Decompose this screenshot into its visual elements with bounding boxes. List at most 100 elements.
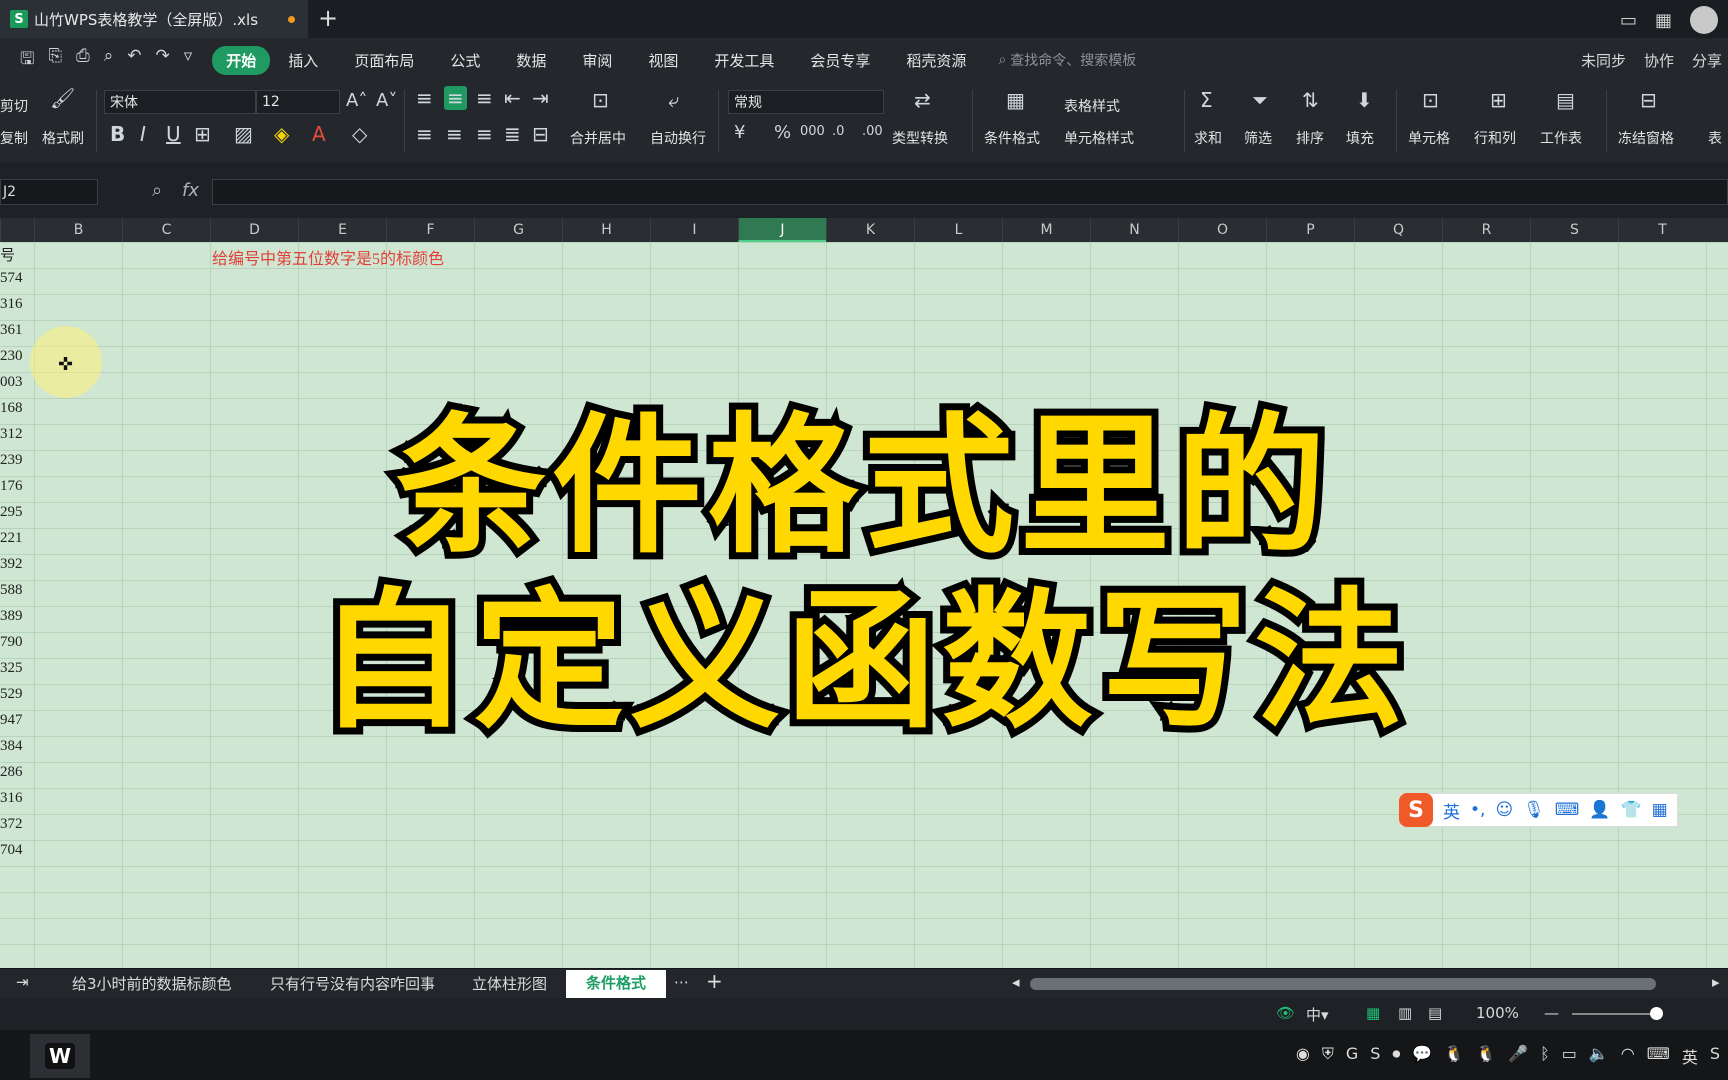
redo-icon[interactable]: ↷ xyxy=(155,46,169,75)
worksheet-button[interactable]: 工作表 xyxy=(1540,128,1582,148)
share-button[interactable]: 分享 xyxy=(1692,50,1722,71)
indent-increase-icon[interactable]: ⇥ xyxy=(532,86,549,110)
normal-view-icon[interactable]: ▦ xyxy=(1366,1004,1380,1022)
align-center-icon[interactable]: ≡ xyxy=(446,122,463,146)
column-header-o[interactable]: O xyxy=(1178,218,1266,242)
sheet-tab-2[interactable]: 只有行号没有内容咋回事 xyxy=(270,973,435,994)
copy-button[interactable]: 复制 xyxy=(0,128,28,148)
thousands-icon[interactable]: 000 xyxy=(800,124,825,139)
bold-icon[interactable]: B xyxy=(110,122,125,146)
tab-home[interactable]: 开始 xyxy=(212,45,271,75)
fill-color-icon[interactable]: ◈ xyxy=(274,122,289,146)
align-left-icon[interactable]: ≡ xyxy=(416,122,433,146)
decrease-font-icon[interactable]: A˅ xyxy=(376,90,397,111)
last-sheet-icon[interactable]: ⇥ xyxy=(16,973,29,991)
page-break-view-icon[interactable]: ▤ xyxy=(1428,1004,1442,1022)
conditional-format-button[interactable]: 条件格式 xyxy=(984,128,1040,148)
horizontal-scrollbar[interactable] xyxy=(1030,978,1656,990)
emoji-icon[interactable]: ☺ xyxy=(1495,800,1513,820)
cell-style-button[interactable]: 单元格样式 xyxy=(1064,128,1134,148)
column-header-k[interactable]: K xyxy=(826,218,914,242)
wrap-text-button[interactable]: 自动换行 xyxy=(650,128,706,148)
sort-icon[interactable]: ⇅ xyxy=(1302,88,1319,112)
column-header-s[interactable]: S xyxy=(1530,218,1618,242)
filter-button[interactable]: 筛选 xyxy=(1244,128,1272,148)
decrease-decimal-icon[interactable]: .00 xyxy=(862,124,883,139)
scroll-left-icon[interactable]: ◂ xyxy=(1012,973,1020,991)
align-right-icon[interactable]: ≡ xyxy=(476,122,493,146)
security-icon[interactable]: ⛨ xyxy=(1322,1044,1334,1068)
font-color-icon[interactable]: A xyxy=(312,122,326,146)
battery-icon[interactable]: ▭ xyxy=(1562,1044,1577,1068)
cell-a-value[interactable]: 361 xyxy=(0,322,34,339)
wps-tray-icon[interactable]: S xyxy=(1710,1044,1720,1068)
export-icon[interactable]: ⎘ xyxy=(48,46,62,75)
align-top-icon[interactable]: ≡ xyxy=(416,86,433,110)
justify-icon[interactable]: ≣ xyxy=(504,122,521,146)
column-header-h[interactable]: H xyxy=(562,218,650,242)
increase-decimal-icon[interactable]: .0 xyxy=(832,124,844,139)
column-header-q[interactable]: Q xyxy=(1354,218,1442,242)
formula-input[interactable] xyxy=(212,179,1728,205)
column-header-t[interactable]: T xyxy=(1618,218,1706,242)
command-search[interactable]: ⌕ 查找命令、搜索模板 xyxy=(998,46,1198,74)
cell-style-icon[interactable]: ▨ xyxy=(234,122,253,146)
save-icon[interactable]: 🖫 xyxy=(20,46,34,75)
punctuation-icon[interactable]: •, xyxy=(1470,800,1485,820)
table-tools-button[interactable]: 表 xyxy=(1708,128,1722,148)
wps-taskbar-button[interactable]: W xyxy=(30,1034,90,1078)
ime-mode[interactable]: 英 xyxy=(1443,798,1460,823)
cell-a-value[interactable]: 316 xyxy=(0,296,34,313)
add-sheet-icon[interactable]: + xyxy=(706,969,723,993)
fx-icon[interactable]: fx xyxy=(182,180,199,201)
customize-dropdown-icon[interactable]: ▿ xyxy=(184,46,193,75)
freeze-panes-icon[interactable]: ⊟ xyxy=(1640,88,1657,112)
align-middle-icon[interactable]: ≡ xyxy=(444,86,467,110)
column-header-b[interactable]: B xyxy=(34,218,122,242)
cut-button[interactable]: 剪切 xyxy=(0,96,28,116)
merge-center-icon[interactable]: ⊡ xyxy=(592,88,609,112)
qq-icon[interactable]: 🐧 xyxy=(1444,1044,1464,1068)
column-header-g[interactable]: G xyxy=(474,218,562,242)
tab-review[interactable]: 审阅 xyxy=(564,50,630,71)
qq-icon-2[interactable]: 🐧 xyxy=(1476,1044,1496,1068)
zoom-slider-handle[interactable] xyxy=(1650,1007,1663,1020)
worksheet-icon[interactable]: ▤ xyxy=(1556,88,1575,112)
tab-docer[interactable]: 稻壳资源 xyxy=(888,50,984,71)
column-header-r[interactable]: R xyxy=(1442,218,1530,242)
column-header-a[interactable] xyxy=(0,218,34,242)
ime-toolbar[interactable]: S 英 •, ☺ 🎙 ⌨ 👤 👕 ▦ xyxy=(1399,793,1678,827)
more-sheets-icon[interactable]: ⋯ xyxy=(674,973,689,991)
font-name-select[interactable]: 宋体 xyxy=(104,90,256,114)
indent-decrease-icon[interactable]: ⇤ xyxy=(504,86,521,110)
cell-a-value[interactable]: 230 xyxy=(0,348,34,365)
zoom-level[interactable]: 100% xyxy=(1476,1004,1519,1022)
volume-icon[interactable]: 🔈 xyxy=(1589,1044,1609,1068)
print-icon[interactable]: ⎙ xyxy=(76,46,90,75)
new-tab-icon[interactable]: + xyxy=(318,4,338,32)
undo-icon[interactable]: ↶ xyxy=(127,46,141,75)
collaborate-button[interactable]: 协作 xyxy=(1644,50,1674,71)
mic-tray-icon[interactable]: 🎤 xyxy=(1508,1044,1528,1068)
cell-icon[interactable]: ⊡ xyxy=(1422,88,1439,112)
percent-icon[interactable]: % xyxy=(774,122,791,143)
column-header-l[interactable]: L xyxy=(914,218,1002,242)
bluetooth-icon[interactable]: ᛒ xyxy=(1540,1044,1550,1068)
sort-button[interactable]: 排序 xyxy=(1296,128,1324,148)
distribute-icon[interactable]: ⊟ xyxy=(532,122,549,146)
column-header-j[interactable]: J xyxy=(738,218,826,242)
sheet-tab-3[interactable]: 立体柱形图 xyxy=(472,973,547,994)
border-icon[interactable]: ⊞ xyxy=(194,122,211,146)
wrap-text-icon[interactable]: ⤶ xyxy=(668,88,679,112)
row-col-button[interactable]: 行和列 xyxy=(1474,128,1516,148)
skin-icon[interactable]: 👕 xyxy=(1620,800,1641,820)
cell-a-value[interactable]: 704 xyxy=(0,842,34,859)
column-header-m[interactable]: M xyxy=(1002,218,1090,242)
format-painter-button[interactable]: 格式刷 xyxy=(42,128,84,148)
eye-protection-icon[interactable]: 👁 xyxy=(1276,1004,1295,1022)
tab-page-layout[interactable]: 页面布局 xyxy=(336,50,432,71)
tab-data[interactable]: 数据 xyxy=(498,50,564,71)
fill-icon[interactable]: ⬇ xyxy=(1356,88,1373,112)
network-shield-icon[interactable]: ◉ xyxy=(1296,1044,1310,1068)
sum-button[interactable]: 求和 xyxy=(1194,128,1222,148)
